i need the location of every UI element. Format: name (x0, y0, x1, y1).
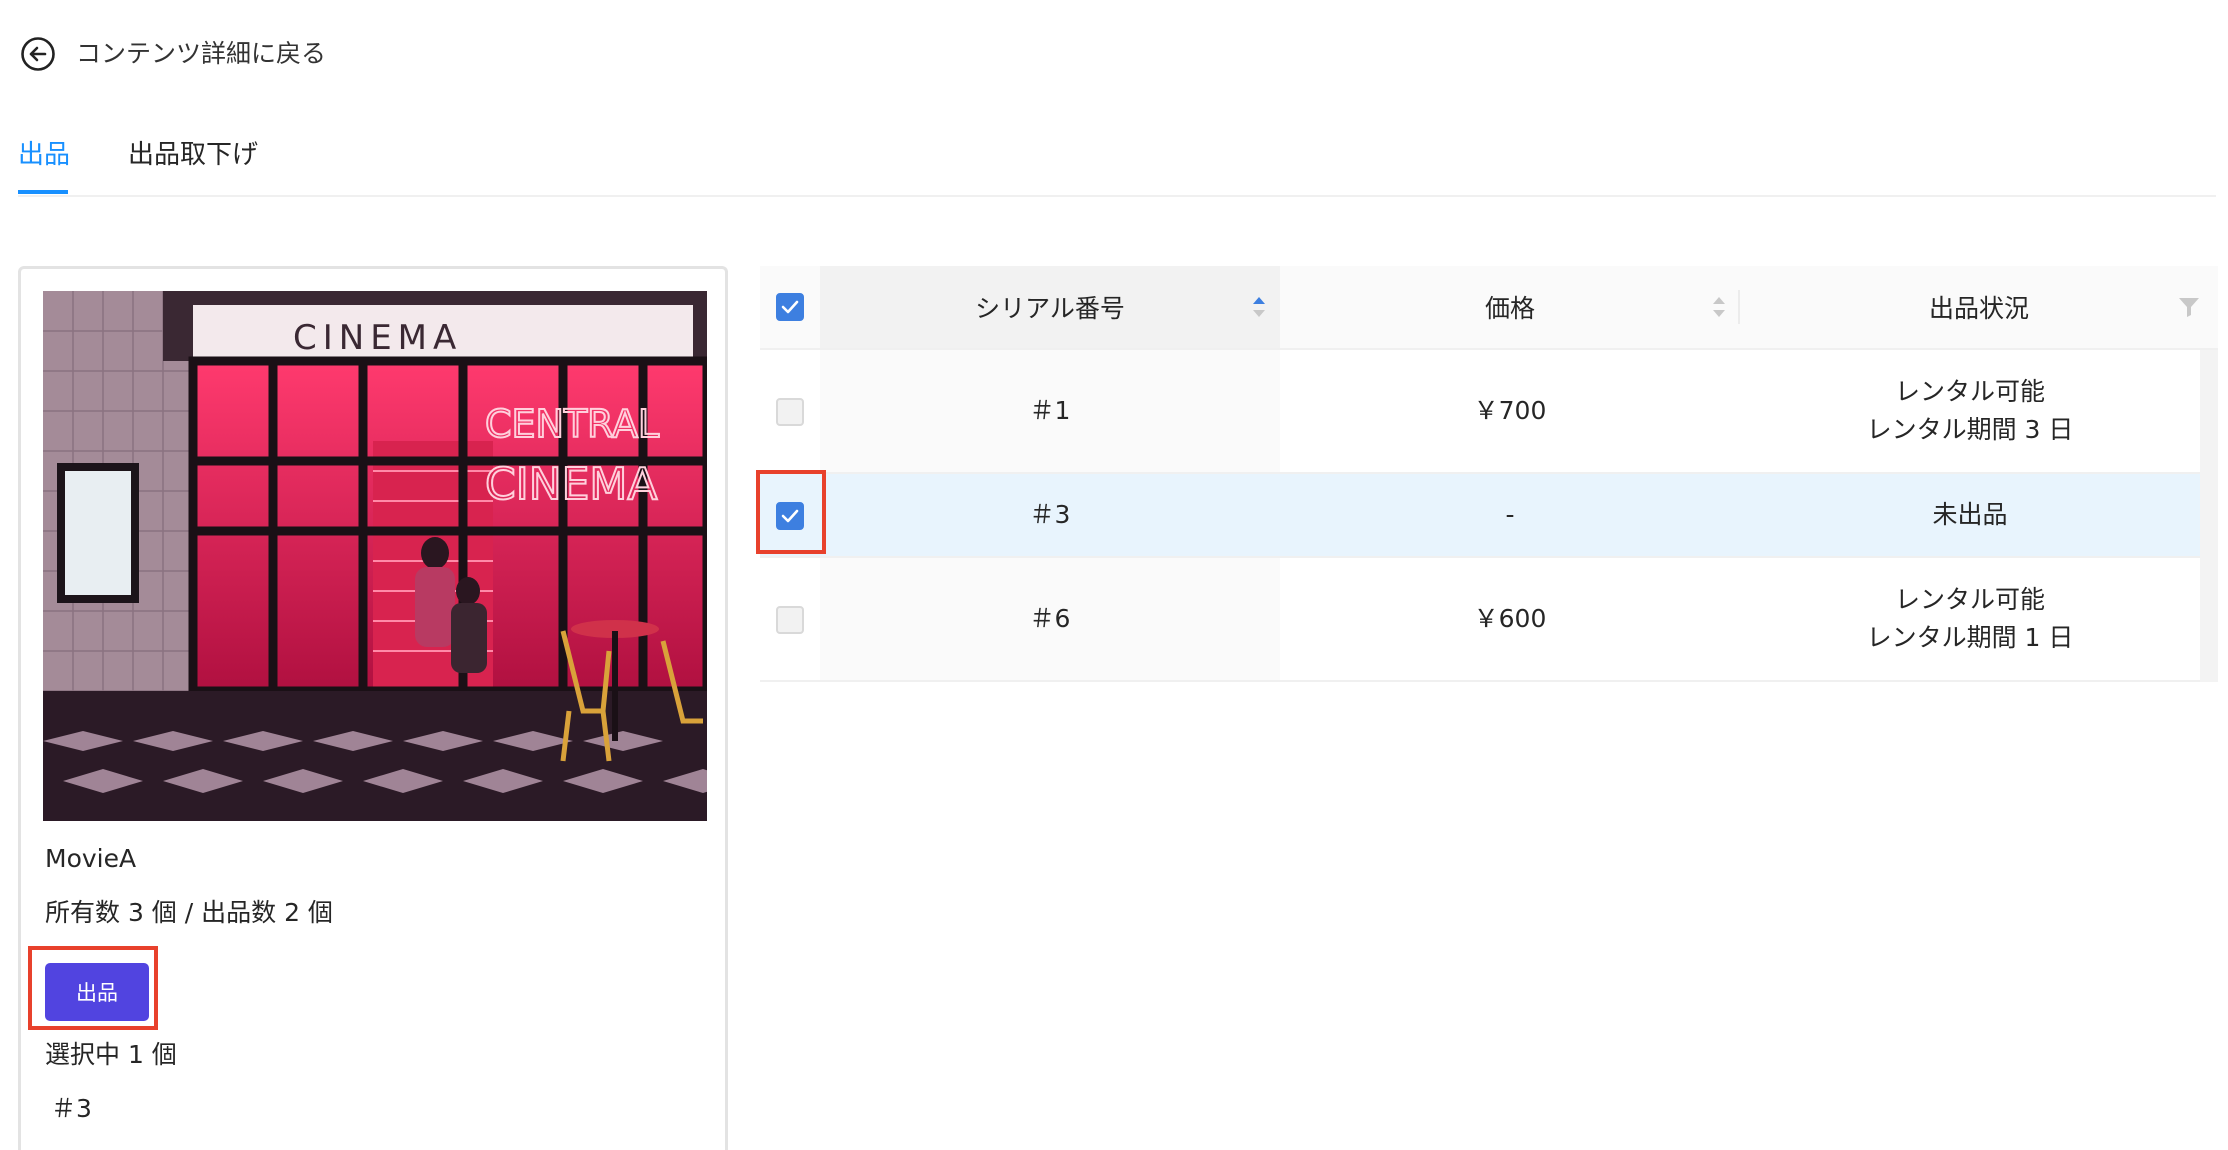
check-icon (781, 300, 799, 314)
back-to-content-detail-link[interactable]: コンテンツ詳細に戻る (20, 36, 326, 72)
status-line-1: 未出品 (1932, 500, 2008, 529)
highlight-row-checkbox (756, 470, 826, 554)
sort-icon[interactable] (1252, 292, 1266, 322)
status-line-1: レンタル可能 (1894, 377, 2045, 406)
status-line-1: レンタル可能 (1894, 585, 2045, 614)
status-cell: レンタル可能 レンタル期間 3 日 (1740, 350, 2200, 472)
table-row[interactable]: ＃6 ￥600 レンタル可能 レンタル期間 1 日 (760, 558, 2200, 682)
price-cell: ￥600 (1280, 558, 1740, 680)
content-thumbnail: CINEMA CENTRAL CINEMA (43, 291, 707, 821)
serial-value: ＃1 (1029, 396, 1071, 425)
serial-value: ＃6 (1029, 604, 1071, 633)
table-row[interactable]: ＃1 ￥700 レンタル可能 レンタル期間 3 日 (760, 350, 2200, 474)
content-title: MovieA (45, 844, 137, 873)
selected-serial: ＃3 (51, 1094, 92, 1123)
table-scrollbar[interactable] (2200, 350, 2218, 682)
price-cell: - (1280, 474, 1740, 556)
status-line-2: レンタル期間 3 日 (1866, 415, 2074, 444)
row-checkbox-cell (760, 558, 820, 680)
selected-count: 選択中 1 個 (45, 1040, 177, 1069)
row-checkbox[interactable] (776, 398, 804, 426)
status-line-2: レンタル期間 1 日 (1866, 623, 2074, 652)
content-card: CINEMA CENTRAL CINEMA MovieA 所有数 3 個 / 出… (18, 266, 728, 1150)
row-checkbox-cell (760, 350, 820, 472)
status-cell: 未出品 (1740, 474, 2200, 556)
tab-list[interactable]: 出品 (18, 137, 70, 173)
filter-icon[interactable] (2178, 296, 2200, 318)
neon-text-cinema: CINEMA (485, 459, 657, 510)
active-tab-indicator (18, 190, 68, 194)
sort-icon[interactable] (1712, 292, 1726, 322)
column-header-price[interactable]: 価格 (1280, 266, 1740, 348)
column-header-price-label: 価格 (1484, 294, 1535, 323)
select-all-checkbox[interactable] (776, 293, 804, 321)
column-header-serial-label: シリアル番号 (975, 294, 1125, 323)
price-value: ￥700 (1473, 396, 1547, 425)
serial-cell: ＃3 (820, 474, 1280, 556)
serial-value: ＃3 (1029, 500, 1071, 529)
list-button[interactable]: 出品 (45, 963, 149, 1021)
serial-cell: ＃6 (820, 558, 1280, 680)
tab-bar: 出品 出品取下げ (18, 125, 2216, 197)
ownership-count: 所有数 3 個 / 出品数 2 個 (45, 898, 333, 927)
arrow-left-circle-icon (20, 36, 56, 72)
table-row-selected[interactable]: ＃3 - 未出品 (760, 474, 2200, 558)
neon-text-central: CENTRAL (485, 402, 659, 446)
column-header-status-label: 出品状況 (1928, 294, 2029, 323)
column-header-serial[interactable]: シリアル番号 (820, 266, 1280, 348)
table-header: シリアル番号 価格 出品状況 (760, 266, 2218, 350)
serial-cell: ＃1 (820, 350, 1280, 472)
price-cell: ￥700 (1280, 350, 1740, 472)
tab-unlist[interactable]: 出品取下げ (128, 137, 258, 173)
row-checkbox[interactable] (776, 606, 804, 634)
marquee-sign-text: CINEMA (293, 318, 462, 358)
status-cell: レンタル可能 レンタル期間 1 日 (1740, 558, 2200, 680)
price-value: ￥600 (1473, 604, 1547, 633)
back-link-label: コンテンツ詳細に戻る (76, 39, 327, 68)
price-value: - (1505, 500, 1515, 529)
column-header-status[interactable]: 出品状況 (1740, 266, 2218, 348)
